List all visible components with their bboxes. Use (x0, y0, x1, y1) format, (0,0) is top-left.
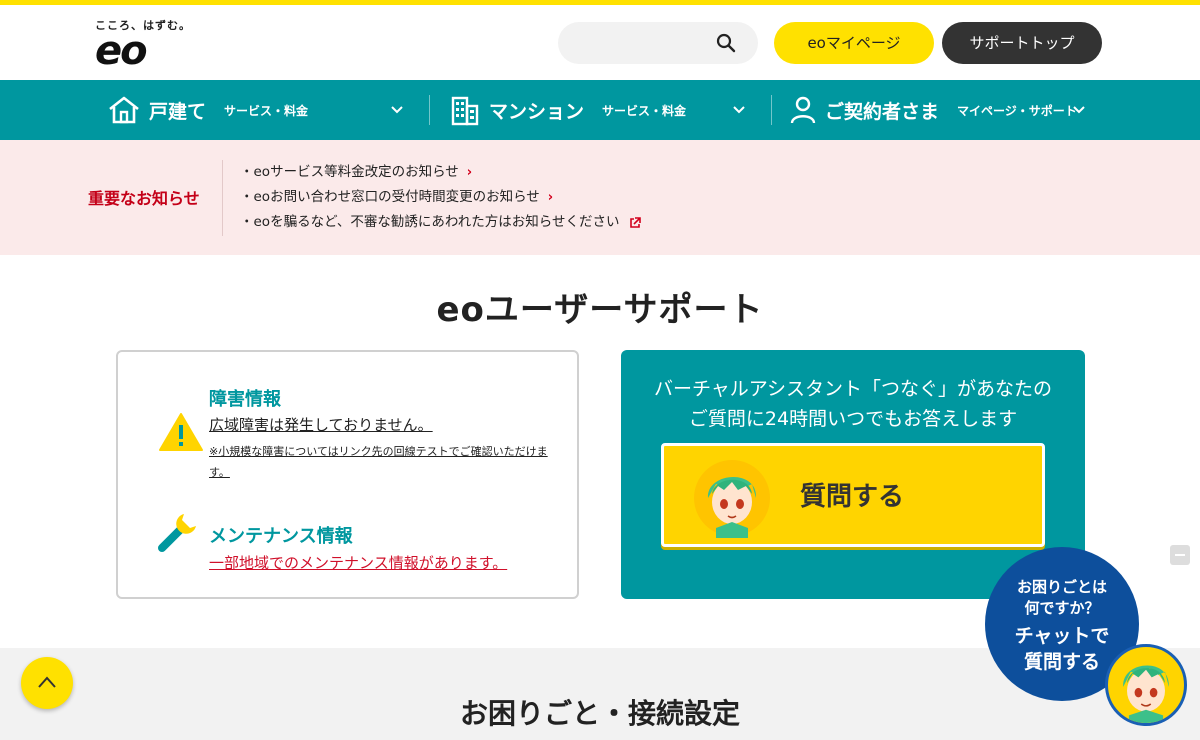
notice-label: 重要なお知らせ (88, 189, 200, 208)
nav-sub-label: サービス・料金 (224, 103, 309, 118)
notice-divider (222, 160, 223, 236)
outage-note-link[interactable]: ※小規模な障害についてはリンク先の回線テストでご確認いただけます。 (209, 441, 549, 483)
notice-link[interactable]: ・eoサービス等料金改定のお知らせ › (240, 160, 641, 185)
search-input[interactable] (558, 22, 758, 64)
chevron-down-icon (391, 106, 403, 114)
logo-mark: eo (95, 28, 148, 74)
nav-sub-label: サービス・料金 (602, 103, 687, 118)
back-to-top-button[interactable] (21, 657, 73, 709)
chat-line-3: チャットで (1014, 625, 1110, 647)
assistant-line-2: ご質問に24時間いつでもお答えします (688, 408, 1018, 430)
section-title: お困りごと・接続設定 (459, 697, 740, 730)
maintenance-heading: メンテナンス情報 (209, 526, 353, 547)
nav-divider (429, 95, 430, 125)
nav-main-label: マンション (489, 100, 585, 123)
assistant-line-1: バーチャルアシスタント「つなぐ」があなたの (653, 378, 1053, 400)
notice-list: ・eoサービス等料金改定のお知らせ › ・eoお問い合わせ窓口の受付時間変更のお… (240, 160, 642, 235)
chevron-down-icon (1073, 106, 1085, 114)
outage-heading: 障害情報 (209, 389, 281, 410)
maintenance-link[interactable]: 一部地域でのメンテナンス情報があります。 (209, 552, 507, 573)
global-nav: 戸建て サービス・料金 マンション サービス・料金 ご契約者さま マイページ・サ… (0, 80, 1200, 140)
ask-question-label: 質問する (800, 482, 905, 512)
building-icon (451, 96, 479, 126)
nav-item-apartment[interactable]: マンション サービス・料金 (449, 80, 749, 140)
nav-sub-label: マイページ・サポート (957, 103, 1077, 118)
person-icon (790, 96, 816, 124)
minimize-button[interactable] (1170, 545, 1190, 565)
external-link-icon (630, 216, 642, 228)
chat-prompt: お困りごとは 何ですか？ (985, 577, 1139, 619)
search-icon[interactable] (716, 33, 736, 53)
outage-status-link[interactable]: 広域障害は発生しておりません。 (209, 414, 433, 435)
chat-line-1: お困りごとは (1016, 578, 1107, 596)
eo-logo[interactable]: こころ、はずむ。 eo (95, 17, 195, 73)
nav-main-label: ご契約者さま (825, 100, 940, 123)
chevron-right-icon: › (466, 165, 473, 180)
assistant-avatar-icon (694, 460, 770, 538)
support-top-button[interactable]: サポートトップ (942, 22, 1102, 64)
nav-main-label: 戸建て (149, 100, 207, 123)
ask-question-button[interactable]: 質問する (661, 443, 1045, 547)
notice-link[interactable]: ・eoを騙るなど、不審な勧誘にあわれた方はお知らせください (240, 210, 642, 235)
nav-divider (771, 95, 772, 125)
chat-line-2: 何ですか？ (1024, 599, 1100, 617)
chat-avatar[interactable] (1105, 644, 1187, 726)
mypage-button[interactable]: eoマイページ (774, 22, 934, 64)
nav-item-member[interactable]: ご契約者さま マイページ・サポート (789, 80, 1089, 140)
notice-link-text: ・eoお問い合わせ窓口の受付時間変更のお知らせ (240, 189, 540, 205)
page-title: eoユーザーサポート (436, 290, 764, 330)
site-header: こころ、はずむ。 eo eoマイページ サポートトップ (0, 5, 1200, 80)
important-notice: 重要なお知らせ ・eoサービス等料金改定のお知らせ › ・eoお問い合わせ窓口の… (0, 140, 1200, 255)
wrench-icon (158, 514, 196, 552)
notice-link-text: ・eoサービス等料金改定のお知らせ (240, 164, 459, 180)
warning-icon (159, 413, 203, 451)
chevron-up-icon (38, 676, 56, 688)
nav-item-detached-house[interactable]: 戸建て サービス・料金 (107, 80, 407, 140)
notice-link[interactable]: ・eoお問い合わせ窓口の受付時間変更のお知らせ › (240, 185, 641, 210)
status-info-panel: 障害情報 広域障害は発生しておりません。 ※小規模な障害についてはリンク先の回線… (116, 350, 579, 599)
assistant-avatar-icon (1123, 665, 1169, 723)
notice-link-text: ・eoを騙るなど、不審な勧誘にあわれた方はお知らせください (240, 214, 620, 230)
chevron-right-icon: › (547, 190, 554, 205)
chevron-down-icon (733, 106, 745, 114)
house-icon (109, 96, 139, 124)
assistant-description: バーチャルアシスタント「つなぐ」があなたの ご質問に24時間いつでもお答えします (621, 374, 1085, 434)
